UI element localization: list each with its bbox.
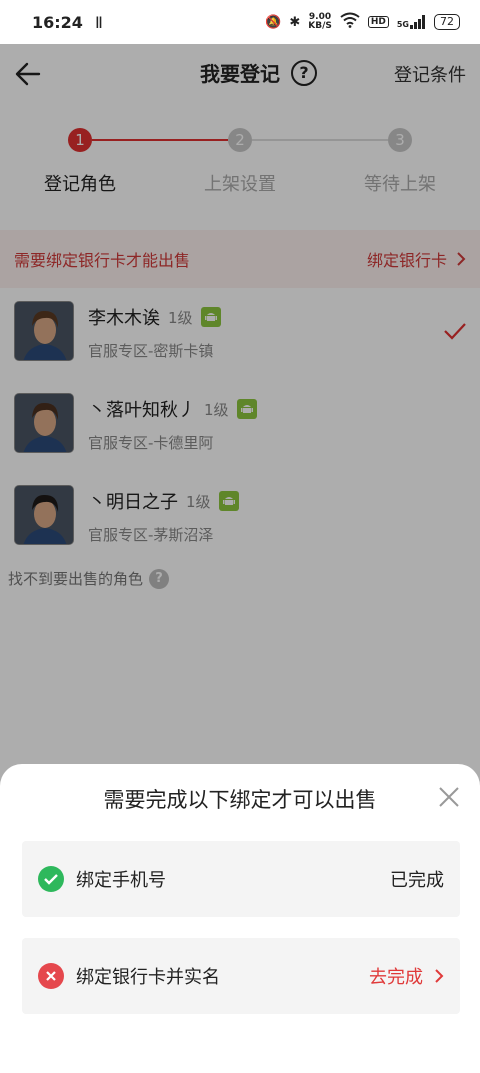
close-icon[interactable] xyxy=(438,786,460,808)
bind-phone-status: 已完成 xyxy=(390,870,444,891)
bind-bank-card-item[interactable]: 绑定银行卡并实名 去完成 xyxy=(22,938,460,1014)
bind-bank-card-label: 绑定银行卡并实名 xyxy=(76,967,220,988)
status-time: 16:24 xyxy=(32,12,83,32)
bind-phone-item: 绑定手机号 已完成 xyxy=(22,841,460,917)
app-notification-icon: Ⅱ xyxy=(94,12,103,32)
sheet-title: 需要完成以下绑定才可以出售 xyxy=(103,788,377,812)
signal-icon: 5G xyxy=(397,15,426,29)
wifi-icon xyxy=(340,12,360,32)
success-check-icon xyxy=(38,866,64,892)
hd-badge: HD xyxy=(367,16,389,28)
bluetooth-icon: ✱ xyxy=(289,14,301,30)
chevron-right-icon xyxy=(435,969,444,983)
binding-requirements-sheet: 需要完成以下绑定才可以出售 绑定手机号 已完成 绑定银行卡并实名 去完成 xyxy=(0,764,480,1073)
status-bar: 16:24 Ⅱ 🔕 ✱ 9.00 KB/S HD 5G 72 xyxy=(0,0,480,44)
bind-phone-label: 绑定手机号 xyxy=(76,870,166,891)
status-right: 🔕 ✱ 9.00 KB/S HD 5G 72 xyxy=(265,12,460,32)
error-x-icon xyxy=(38,963,64,989)
go-complete-button[interactable]: 去完成 xyxy=(369,963,444,989)
network-speed: 9.00 KB/S xyxy=(308,12,332,31)
mute-icon: 🔕 xyxy=(265,14,282,30)
battery-indicator: 72 xyxy=(434,14,460,30)
